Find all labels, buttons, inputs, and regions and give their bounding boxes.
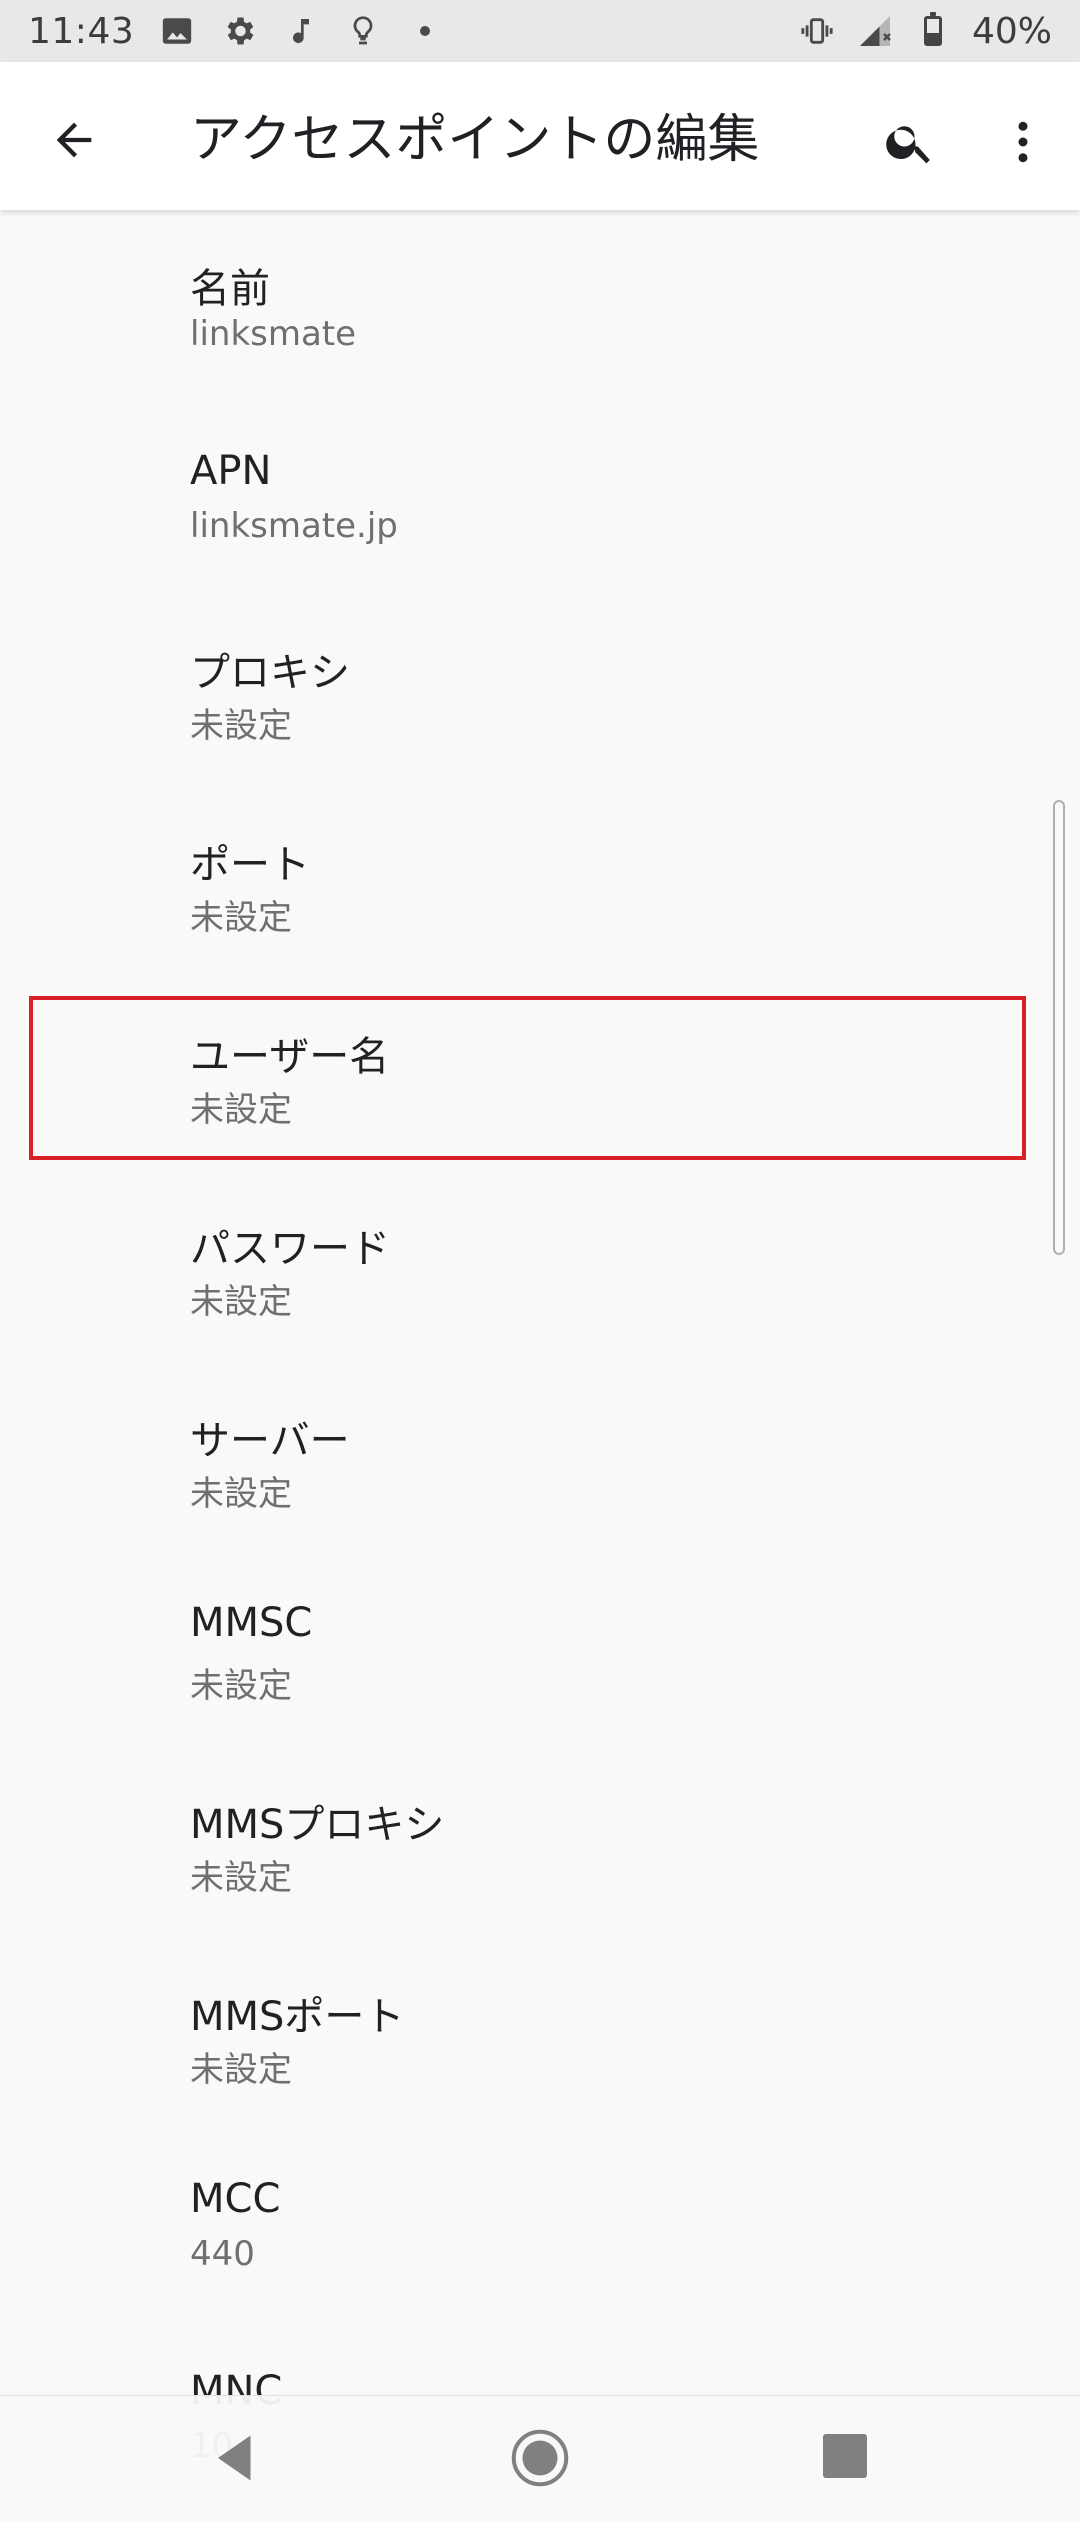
setting-label: 名前 xyxy=(190,266,270,312)
setting-value: linksmate.jp xyxy=(190,506,398,546)
dot-icon xyxy=(406,12,444,50)
search-icon xyxy=(886,126,930,164)
navigation-bar xyxy=(0,2395,1080,2521)
triangle-back-icon xyxy=(218,2435,251,2481)
gear-icon xyxy=(220,12,258,50)
status-bar: 11:43 40% xyxy=(0,0,1080,62)
setting-value: linksmate xyxy=(190,314,357,354)
battery-percent: 40% xyxy=(971,10,1052,52)
more-options-button[interactable] xyxy=(985,104,1061,180)
setting-value: 未設定 xyxy=(190,1282,292,1322)
back-button[interactable] xyxy=(38,104,110,176)
setting-label: ユーザー名 xyxy=(190,1034,390,1080)
settings-list: 名前 linksmate APN linksmate.jp プロキシ 未設定 ポ… xyxy=(0,210,1080,2514)
nav-recents-button[interactable] xyxy=(823,2434,867,2478)
nav-home-button[interactable] xyxy=(510,2428,570,2488)
music-note-icon xyxy=(282,12,320,50)
setting-name[interactable]: 名前 linksmate xyxy=(0,210,1080,402)
setting-mcc[interactable]: MCC 440 xyxy=(0,2130,1080,2322)
setting-mmsc[interactable]: MMSC 未設定 xyxy=(0,1554,1080,1746)
setting-mms-proxy[interactable]: MMSプロキシ 未設定 xyxy=(0,1746,1080,1938)
setting-label: プロキシ xyxy=(190,650,350,696)
setting-password[interactable]: パスワード 未設定 xyxy=(0,1170,1080,1362)
setting-value: 未設定 xyxy=(190,898,292,938)
setting-label: MMSC xyxy=(190,1600,313,1646)
setting-label: MMSポート xyxy=(190,1994,405,2040)
arrow-back-icon xyxy=(56,122,92,158)
setting-value: 未設定 xyxy=(190,706,292,746)
setting-value: 未設定 xyxy=(190,1858,292,1898)
status-right: 40% xyxy=(778,11,1052,52)
setting-apn[interactable]: APN linksmate.jp xyxy=(0,402,1080,594)
setting-username[interactable]: ユーザー名 未設定 xyxy=(0,978,1080,1170)
status-left: 11:43 xyxy=(28,11,468,52)
setting-proxy[interactable]: プロキシ 未設定 xyxy=(0,594,1080,786)
setting-mms-port[interactable]: MMSポート 未設定 xyxy=(0,1938,1080,2130)
setting-label: APN xyxy=(190,448,272,494)
page-title: アクセスポイントの編集 xyxy=(190,110,760,170)
home-circle-icon xyxy=(511,2429,569,2487)
setting-value: 440 xyxy=(190,2234,255,2274)
search-button[interactable] xyxy=(872,104,948,180)
app-bar: アクセスポイントの編集 xyxy=(0,62,1080,210)
setting-value: 未設定 xyxy=(190,2050,292,2090)
setting-label: MCC xyxy=(190,2176,281,2222)
battery-icon xyxy=(914,12,952,50)
scrollbar[interactable] xyxy=(1053,800,1065,1255)
image-icon xyxy=(158,12,196,50)
setting-value: 未設定 xyxy=(190,1474,292,1514)
nav-back-button[interactable] xyxy=(208,2428,268,2488)
setting-value: 未設定 xyxy=(190,1666,292,1706)
more-vert-icon xyxy=(1018,121,1028,163)
signal-icon xyxy=(856,12,894,50)
setting-label: サーバー xyxy=(190,1418,350,1464)
vibrate-icon xyxy=(798,12,836,50)
setting-server[interactable]: サーバー 未設定 xyxy=(0,1362,1080,1554)
setting-label: パスワード xyxy=(190,1226,390,1272)
lightbulb-icon xyxy=(344,12,382,50)
setting-label: MMSプロキシ xyxy=(190,1802,445,1848)
status-time: 11:43 xyxy=(28,10,135,52)
setting-label: ポート xyxy=(190,842,310,888)
setting-value: 未設定 xyxy=(190,1090,292,1130)
setting-port[interactable]: ポート 未設定 xyxy=(0,786,1080,978)
